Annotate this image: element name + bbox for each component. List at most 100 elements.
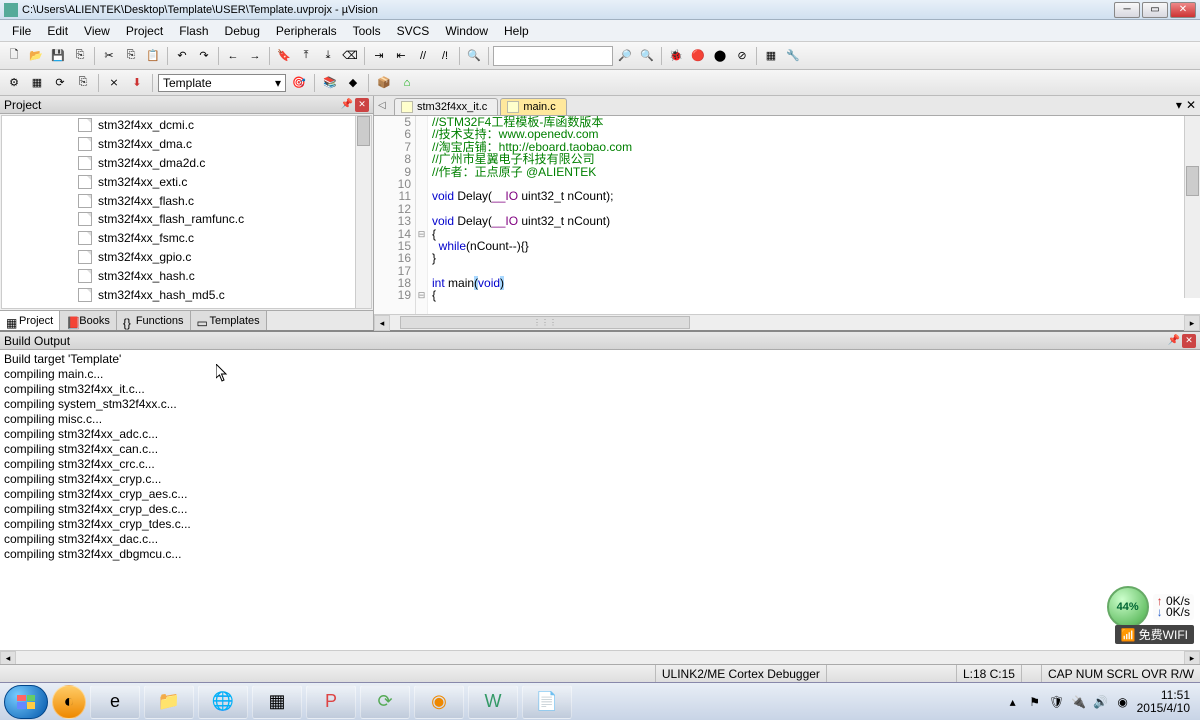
task-explorer-icon[interactable]: 📁 [144, 685, 194, 719]
books-icon[interactable]: ⌂ [397, 73, 417, 93]
outdent-icon[interactable]: ⇤ [391, 46, 411, 66]
tree-file[interactable]: stm32f4xx_fsmc.c [2, 229, 371, 248]
task-browser-icon[interactable]: 🌐 [198, 685, 248, 719]
manage-rte-icon[interactable]: ◆ [343, 73, 363, 93]
wifi-tag[interactable]: 📶 免费WIFI [1115, 625, 1194, 644]
menu-debug[interactable]: Debug [217, 22, 268, 40]
save-icon[interactable]: 💾 [48, 46, 68, 66]
save-all-icon[interactable]: ⎘ [70, 46, 90, 66]
tab-nav-left-icon[interactable]: ◁ [378, 100, 386, 111]
menu-peripherals[interactable]: Peripherals [268, 22, 345, 40]
translate-icon[interactable]: ⚙ [4, 73, 24, 93]
task-foxit-icon[interactable]: ◉ [414, 685, 464, 719]
batch-build-icon[interactable]: ⎘ [73, 73, 93, 93]
project-tab-books[interactable]: 📕Books [60, 311, 117, 330]
tree-file[interactable]: stm32f4xx_exti.c [2, 172, 371, 191]
tree-file[interactable]: stm32f4xx_dma.c [2, 135, 371, 154]
tray-vol-icon[interactable]: 🔊 [1093, 694, 1109, 710]
tree-file[interactable]: stm32f4xx_gpio.c [2, 248, 371, 267]
task-app-icon[interactable]: ▦ [252, 685, 302, 719]
rebuild-icon[interactable]: ⟳ [50, 73, 70, 93]
tree-file[interactable]: stm32f4xx_dcmi.c [2, 116, 371, 135]
tray-flag-icon[interactable]: ⚑ [1027, 694, 1043, 710]
find-icon[interactable]: 🔎 [615, 46, 635, 66]
menu-edit[interactable]: Edit [39, 22, 76, 40]
menu-svcs[interactable]: SVCS [389, 22, 438, 40]
find-combo[interactable] [493, 46, 613, 66]
download-icon[interactable]: ⬇ [127, 73, 147, 93]
copy-icon[interactable]: ⎘ [121, 46, 141, 66]
tray-up-icon[interactable]: ▴ [1005, 694, 1021, 710]
task-ie-icon[interactable]: e [90, 685, 140, 719]
build-output-text[interactable]: Build target 'Template'compiling main.c.… [0, 350, 1200, 650]
undo-icon[interactable]: ↶ [172, 46, 192, 66]
indent-icon[interactable]: ⇥ [369, 46, 389, 66]
new-file-icon[interactable]: 🗋 [4, 46, 24, 66]
pin-icon[interactable]: 📌 [1168, 335, 1180, 346]
network-widget[interactable]: 44% 0K/s 0K/s [1107, 586, 1194, 628]
editor-tab[interactable]: stm32f4xx_it.c [394, 98, 498, 115]
tree-scrollbar[interactable] [355, 116, 371, 308]
cut-icon[interactable]: ✂ [99, 46, 119, 66]
bookmark-next-icon[interactable]: ⤓ [318, 46, 338, 66]
debug-icon[interactable]: 🐞 [666, 46, 686, 66]
redo-icon[interactable]: ↷ [194, 46, 214, 66]
breakpoint-toggle-icon[interactable]: ⬤ [710, 46, 730, 66]
start-button[interactable] [4, 685, 48, 719]
task-app2-icon[interactable]: ⟳ [360, 685, 410, 719]
tray-clock[interactable]: 11:51 2015/4/10 [1137, 689, 1190, 715]
tree-file[interactable]: stm32f4xx_flash.c [2, 191, 371, 210]
close-button[interactable]: ✕ [1170, 2, 1196, 18]
find-in-files-icon[interactable]: 🔍 [464, 46, 484, 66]
tray-misc-icon[interactable]: ◉ [1115, 694, 1131, 710]
configure-icon[interactable]: 🔧 [783, 46, 803, 66]
breakpoint-icon[interactable]: 🔴 [688, 46, 708, 66]
bookmark-clear-icon[interactable]: ⌫ [340, 46, 360, 66]
tray-net-icon[interactable]: 🔌 [1071, 694, 1087, 710]
incremental-find-icon[interactable]: 🔍 [637, 46, 657, 66]
open-file-icon[interactable]: 📂 [26, 46, 46, 66]
stop-build-icon[interactable]: ⨯ [104, 73, 124, 93]
target-select[interactable]: Template▾ [158, 74, 286, 92]
editor-tab[interactable]: main.c [500, 98, 566, 115]
code-editor[interactable]: 5678910111213141516171819 ⊟⊟ //STM32F4工程… [374, 116, 1200, 314]
uncomment-icon[interactable]: /! [435, 46, 455, 66]
tree-file[interactable]: stm32f4xx_hash.c [2, 266, 371, 285]
close-pane-icon[interactable]: ✕ [355, 98, 369, 112]
manage-icon[interactable]: 📚 [320, 73, 340, 93]
project-tab-templates[interactable]: ▭Templates [191, 311, 267, 330]
task-powerpoint-icon[interactable]: P [306, 685, 356, 719]
paste-icon[interactable]: 📋 [143, 46, 163, 66]
bookmark-prev-icon[interactable]: ⤒ [296, 46, 316, 66]
task-chrome-icon[interactable]: ◐ [52, 685, 86, 719]
tree-file[interactable]: stm32f4xx_flash_ramfunc.c [2, 210, 371, 229]
build-icon[interactable]: ▦ [27, 73, 47, 93]
pin-icon[interactable]: 📌 [341, 99, 353, 110]
pack-installer-icon[interactable]: 📦 [374, 73, 394, 93]
project-tab-project[interactable]: ▦Project [0, 311, 60, 330]
close-editor-icon[interactable]: ✕ [1186, 98, 1196, 112]
close-pane-icon[interactable]: ✕ [1182, 334, 1196, 348]
menu-project[interactable]: Project [118, 22, 171, 40]
tree-file[interactable]: stm32f4xx_dma2d.c [2, 154, 371, 173]
nav-back-icon[interactable]: ← [223, 46, 243, 66]
menu-help[interactable]: Help [496, 22, 537, 40]
comment-icon[interactable]: // [413, 46, 433, 66]
target-options-icon[interactable]: 🎯 [289, 73, 309, 93]
editor-hscroll[interactable]: ◂ ⋮⋮⋮ ▸ [374, 314, 1200, 330]
tab-menu-icon[interactable]: ▾ [1176, 98, 1182, 112]
menu-view[interactable]: View [76, 22, 118, 40]
window-layout-icon[interactable]: ▦ [761, 46, 781, 66]
menu-tools[interactable]: Tools [345, 22, 389, 40]
minimize-button[interactable]: ─ [1114, 2, 1140, 18]
task-notepad-icon[interactable]: 📄 [522, 685, 572, 719]
project-tree[interactable]: stm32f4xx_dcmi.cstm32f4xx_dma.cstm32f4xx… [1, 115, 372, 309]
project-tab-functions[interactable]: {}Functions [117, 311, 191, 330]
tree-file[interactable]: stm32f4xx_hash_md5.c [2, 285, 371, 304]
menu-flash[interactable]: Flash [171, 22, 216, 40]
tray-shield-icon[interactable]: 🛡 [1049, 694, 1065, 710]
menu-file[interactable]: File [4, 22, 39, 40]
nav-fwd-icon[interactable]: → [245, 46, 265, 66]
menu-window[interactable]: Window [437, 22, 496, 40]
breakpoint-disable-icon[interactable]: ⊘ [732, 46, 752, 66]
